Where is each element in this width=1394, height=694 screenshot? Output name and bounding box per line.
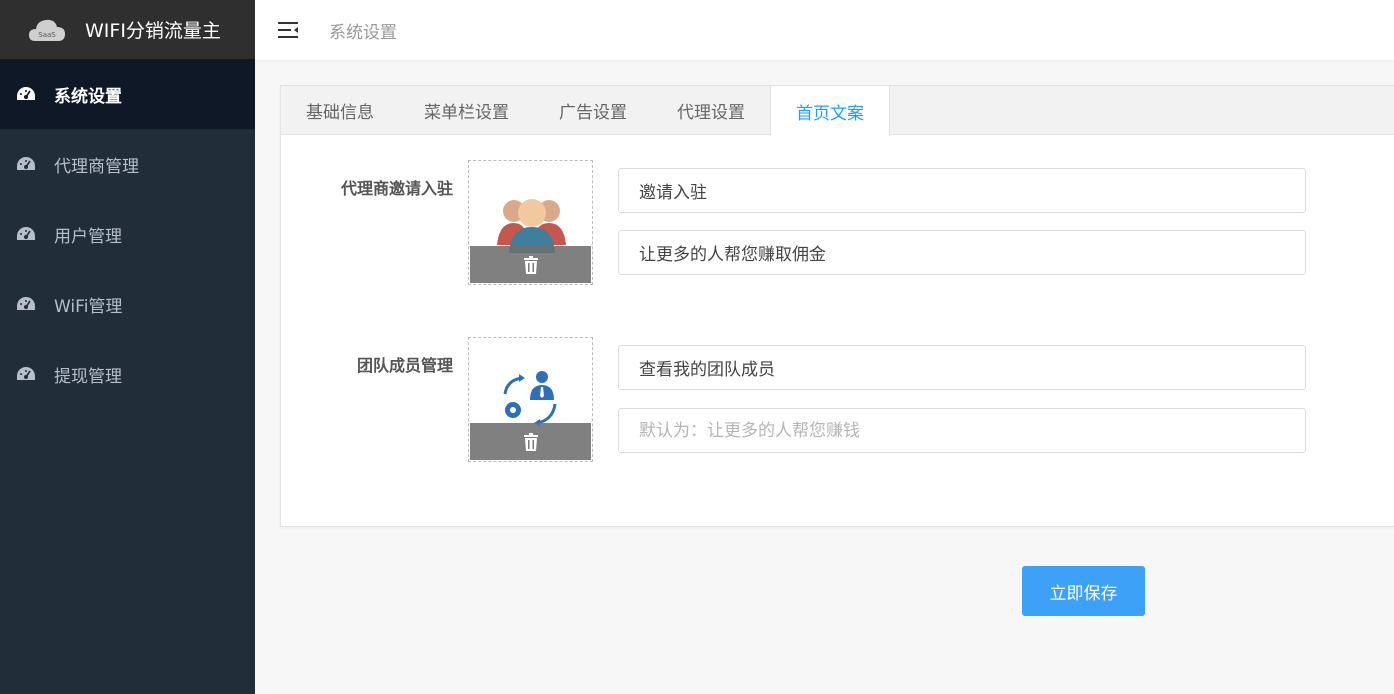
sidebar-item-users[interactable]: 用户管理 xyxy=(0,199,255,269)
image-upload-agent-invite[interactable] xyxy=(468,160,593,285)
agent-invite-title-input[interactable] xyxy=(618,168,1306,213)
trash-icon xyxy=(523,255,538,274)
dashboard-icon xyxy=(17,87,35,100)
sidebar-item-label: 提现管理 xyxy=(54,366,122,387)
sidebar-item-wifi[interactable]: WiFi管理 xyxy=(0,269,255,339)
logo-text: SaaS xyxy=(38,31,56,39)
team-members-title-input[interactable] xyxy=(618,345,1306,390)
row-label-agent-invite: 代理商邀请入驻 xyxy=(340,179,453,198)
dashboard-icon xyxy=(17,367,35,380)
agent-invite-subtitle-input[interactable] xyxy=(618,230,1306,275)
image-upload-team-members[interactable] xyxy=(468,337,593,462)
tab-homepage-copy[interactable]: 首页文案 xyxy=(770,86,890,136)
tab-bar: 基础信息 菜单栏设置 广告设置 代理设置 首页文案 xyxy=(281,86,1394,136)
team-members-subtitle-input[interactable] xyxy=(618,408,1306,453)
settings-card: 基础信息 菜单栏设置 广告设置 代理设置 首页文案 xyxy=(280,85,1394,527)
dashboard-icon xyxy=(17,227,35,240)
breadcrumb: 系统设置 xyxy=(329,22,397,43)
delete-image-button[interactable] xyxy=(470,246,591,283)
sidebar-item-label: 系统设置 xyxy=(54,86,122,107)
dashboard-icon xyxy=(17,297,35,310)
tab-basic-info[interactable]: 基础信息 xyxy=(281,86,399,135)
menu-toggle-icon[interactable] xyxy=(277,20,301,40)
sidebar-item-label: 代理商管理 xyxy=(54,156,139,177)
sidebar-item-withdrawals[interactable]: 提现管理 xyxy=(0,339,255,409)
trash-icon xyxy=(523,432,538,451)
app-title: WIFI分销流量主 xyxy=(85,20,221,42)
row-label-team-members: 团队成员管理 xyxy=(356,356,453,375)
sidebar-item-agents[interactable]: 代理商管理 xyxy=(0,129,255,199)
brand-header: SaaS WIFI分销流量主 xyxy=(0,0,255,59)
tab-menu-settings[interactable]: 菜单栏设置 xyxy=(399,86,534,135)
tab-agent-settings[interactable]: 代理设置 xyxy=(652,86,770,135)
top-bar: 系统设置 xyxy=(255,0,1394,60)
tab-ad-settings[interactable]: 广告设置 xyxy=(534,86,652,135)
sidebar-item-label: WiFi管理 xyxy=(54,296,123,317)
sidebar-item-label: 用户管理 xyxy=(54,226,122,247)
cloud-logo-icon: SaaS xyxy=(29,19,65,41)
sidebar-item-system-settings[interactable]: 系统设置 xyxy=(0,59,255,129)
delete-image-button[interactable] xyxy=(470,423,591,460)
dashboard-icon xyxy=(17,157,35,170)
sidebar: SaaS WIFI分销流量主 系统设置 代理商管理 用户管理 WiFi管理 提现… xyxy=(0,0,255,694)
save-button[interactable]: 立即保存 xyxy=(1022,566,1145,616)
